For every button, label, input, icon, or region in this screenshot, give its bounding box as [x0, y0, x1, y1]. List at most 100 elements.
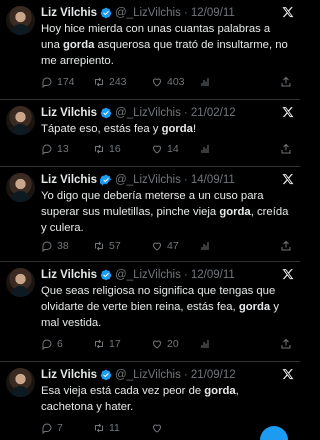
timestamp[interactable]: · 14/09/11 [184, 174, 235, 186]
reply-count: 13 [57, 143, 69, 155]
handle[interactable]: @_LizVilchis [115, 7, 181, 19]
reply-icon [42, 423, 52, 434]
handle[interactable]: @_LizVilchis [115, 369, 181, 381]
like-button[interactable] [151, 422, 163, 434]
share-button[interactable] [280, 76, 292, 88]
reply-count: 6 [57, 338, 63, 350]
tweet-text: Yo digo que debería meterse a un cuso pa… [41, 188, 292, 236]
reply-icon [42, 241, 52, 252]
retweet-button[interactable]: 11 [93, 422, 120, 434]
tweet[interactable]: Liz Vilchis @_LizVilchis · 12/09/11 Hoy … [0, 0, 300, 100]
reply-icon [42, 77, 52, 88]
share-button[interactable] [280, 240, 292, 252]
handle[interactable]: @_LizVilchis [115, 107, 181, 119]
retweet-button[interactable]: 16 [93, 143, 121, 155]
like-button[interactable]: 403 [151, 76, 185, 88]
display-name[interactable]: Liz Vilchis [41, 7, 97, 19]
x-logo-icon [282, 107, 294, 118]
retweet-button[interactable]: 17 [93, 338, 121, 350]
display-name[interactable]: Liz Vilchis [41, 269, 97, 281]
retweet-icon [95, 241, 103, 251]
text-segment: ! [192, 123, 197, 135]
tweet[interactable]: Liz Vilchis @_LizVilchis · 12/09/11 Que … [0, 262, 300, 362]
text-segment: Esa vieja está cada vez peor de [41, 385, 205, 397]
tweet-actions: 38 57 47 [41, 238, 294, 254]
tweet-header: Liz Vilchis @_LizVilchis · 12/09/11 [41, 267, 294, 283]
avatar[interactable] [6, 6, 35, 35]
x-logo-icon [282, 269, 294, 280]
timestamp[interactable]: · 21/02/12 [184, 107, 236, 119]
reply-count: 174 [57, 76, 75, 88]
avatar[interactable] [6, 268, 35, 297]
handle[interactable]: @_LizVilchis [115, 174, 181, 186]
reply-button[interactable]: 6 [41, 338, 63, 350]
avatar[interactable] [6, 368, 35, 397]
heart-icon [152, 242, 162, 251]
reply-button[interactable]: 7 [41, 422, 63, 434]
verified-badge-icon [100, 107, 112, 119]
text-highlight: gorda [219, 206, 251, 218]
heart-icon [152, 145, 162, 154]
tweet-actions: 6 17 20 [41, 336, 294, 352]
like-count: 47 [167, 240, 179, 252]
tweet-text: Hoy hice mierda con unas cuantas palabra… [41, 21, 292, 69]
retweet-count: 17 [109, 338, 121, 350]
timestamp[interactable]: · 12/09/11 [184, 269, 235, 281]
verified-badge-icon [100, 369, 112, 381]
avatar[interactable] [6, 106, 35, 135]
heart-icon [152, 340, 162, 349]
reply-button[interactable]: 13 [41, 143, 69, 155]
tweet-actions: 174 243 403 [41, 74, 294, 90]
retweet-count: 243 [109, 76, 127, 88]
display-name[interactable]: Liz Vilchis [41, 369, 97, 381]
tweet[interactable]: Liz Vilchis @_LizVilchis · 14/09/11 Yo d… [0, 167, 300, 262]
retweet-count: 16 [109, 143, 121, 155]
tweet-header: Liz Vilchis @_LizVilchis · 14/09/11 [41, 172, 294, 188]
retweet-icon [95, 77, 103, 87]
views-button[interactable] [199, 338, 211, 350]
heart-icon [152, 78, 162, 87]
tweet[interactable]: Liz Vilchis @_LizVilchis · 21/02/12 Tápa… [0, 100, 300, 167]
verified-badge-icon [100, 174, 112, 186]
timestamp[interactable]: · 12/09/11 [184, 7, 235, 19]
like-button[interactable]: 47 [151, 240, 179, 252]
analytics-icon [201, 242, 209, 250]
like-count: 14 [167, 143, 179, 155]
avatar[interactable] [6, 173, 35, 202]
like-button[interactable]: 14 [151, 143, 179, 155]
share-icon [281, 76, 291, 87]
retweet-button[interactable]: 57 [93, 240, 121, 252]
retweet-icon [95, 144, 103, 154]
x-logo-icon [282, 369, 294, 380]
retweet-icon [95, 339, 103, 349]
share-icon [281, 143, 291, 154]
retweet-icon [95, 423, 103, 433]
verified-badge-icon [100, 7, 112, 19]
display-name[interactable]: Liz Vilchis [41, 174, 97, 186]
reply-count: 38 [57, 240, 69, 252]
handle[interactable]: @_LizVilchis [115, 269, 181, 281]
like-button[interactable]: 20 [151, 338, 179, 350]
views-button[interactable] [199, 143, 211, 155]
retweet-button[interactable]: 243 [93, 76, 127, 88]
tweet-text: Que seas religiosa no significa que teng… [41, 283, 292, 331]
x-logo-icon [282, 174, 294, 185]
display-name[interactable]: Liz Vilchis [41, 107, 97, 119]
text-segment: Tápate eso, estás fea y [41, 123, 162, 135]
heart-icon [152, 424, 162, 433]
tweet-header: Liz Vilchis @_LizVilchis · 21/09/12 [41, 367, 294, 383]
tweet[interactable]: Liz Vilchis @_LizVilchis · 21/09/12 Esa … [0, 362, 300, 440]
reply-icon [42, 339, 52, 350]
like-count: 20 [167, 338, 179, 350]
views-button[interactable] [199, 240, 211, 252]
share-button[interactable] [280, 338, 292, 350]
share-button[interactable] [280, 143, 292, 155]
views-button[interactable] [199, 76, 211, 88]
like-count: 403 [167, 76, 185, 88]
timestamp[interactable]: · 21/09/12 [184, 369, 236, 381]
reply-button[interactable]: 38 [41, 240, 69, 252]
tweet-actions: 7 11 [41, 420, 294, 436]
reply-button[interactable]: 174 [41, 76, 75, 88]
share-icon [281, 240, 291, 251]
share-icon [281, 338, 291, 349]
